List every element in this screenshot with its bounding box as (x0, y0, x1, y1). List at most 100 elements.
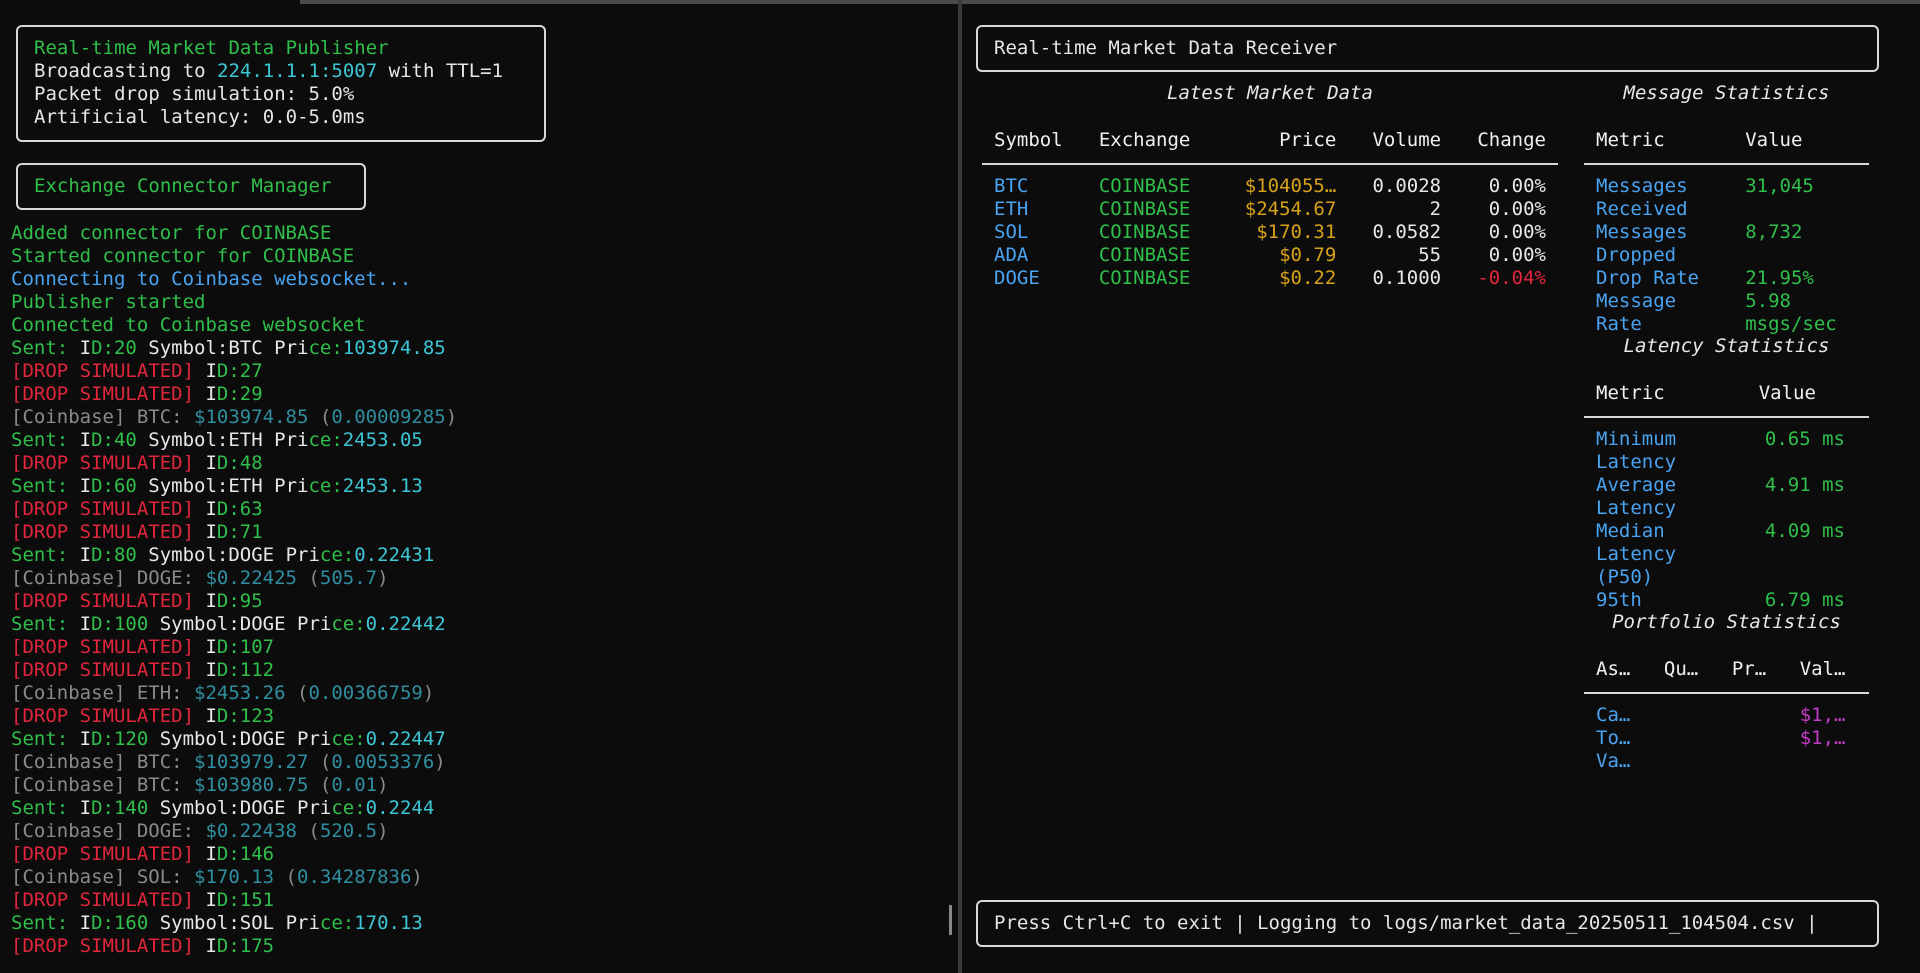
table-cell: 0.1000 (1372, 267, 1442, 289)
log-segment: I (205, 383, 217, 405)
log-line: [Coinbase] ETH: $2453.26 (0.00366759) (11, 682, 457, 705)
message-stats-title: Message Statistics (1623, 82, 1830, 104)
cell-line: Minimum (1596, 428, 1677, 450)
table-row: Messages Received 31,045 (1584, 164, 1869, 221)
cell-line: 6.79 ms (1764, 589, 1845, 611)
log-segment: ) (434, 751, 446, 773)
table-row: To… $1,… (1584, 727, 1869, 750)
log-line: [DROP SIMULATED] ID:123 (11, 705, 457, 728)
log-line: [DROP SIMULATED] ID:146 (11, 843, 457, 866)
log-segment: [DROP SIMULATED] (11, 521, 206, 543)
log-segment: [DROP SIMULATED] (11, 636, 206, 658)
table-row: Drop Rate 21.95% (1584, 267, 1869, 290)
log-segment: 0.34287836 (297, 866, 412, 888)
log-line: [DROP SIMULATED] ID:71 (11, 521, 457, 544)
market-table-title: Latest Market Data (1167, 82, 1373, 104)
publisher-info-box: Real-time Market Data Publisher Broadcas… (16, 25, 546, 142)
log-line: [DROP SIMULATED] ID:48 (11, 452, 457, 475)
log-line: Sent: ID:160 Symbol:SOL Price:170.13 (11, 912, 457, 935)
log-segment: $103980.75 (194, 774, 309, 796)
column-header: Symbol (982, 117, 1087, 165)
table-cell: Ca… (1596, 704, 1631, 726)
log-segment: Sent: (11, 337, 80, 359)
table-cell: 0.65 ms (1719, 417, 1869, 474)
publisher-terminal-pane[interactable]: Real-time Market Data Publisher Broadcas… (0, 0, 958, 973)
log-segment: I (79, 544, 92, 566)
table-row: Minimum Latency 0.65 ms (1584, 417, 1869, 474)
log-segment: 505.7 (319, 567, 378, 589)
receiver-title-box: Real-time Market Data Receiver (976, 25, 1879, 72)
log-segment: D:120 (91, 728, 160, 750)
log-segment: [DROP SIMULATED] (11, 843, 206, 865)
log-line: Connected to Coinbase websocket (11, 314, 457, 337)
log-line: Sent: ID:120 Symbol:DOGE Price:0.22447 (11, 728, 457, 751)
log-segment: I (205, 889, 217, 911)
table-cell: BTC (994, 175, 1029, 197)
cell-line: 0.65 ms (1764, 428, 1845, 450)
log-segment: Sent: (11, 544, 80, 566)
log-segment: 520.5 (319, 820, 378, 842)
log-segment: Symbol:DOGE Pri (159, 613, 332, 635)
table-cell: 0.00% (1488, 221, 1546, 243)
receiver-terminal-pane[interactable]: Real-time Market Data Receiver Latest Ma… (962, 0, 1920, 973)
log-segment: $0.22438 (205, 820, 297, 842)
table-cell: COINBASE (1098, 221, 1191, 243)
log-segment: Sent: (11, 912, 80, 934)
cell-line: Median (1596, 520, 1665, 542)
log-segment: Symbol:BTC Pri (148, 337, 309, 359)
column-header: Change (1453, 117, 1558, 165)
table-cell: COINBASE (1098, 175, 1191, 197)
table-cell: ADA (994, 244, 1029, 266)
table-cell: $1,… (1799, 727, 1846, 749)
table-row: Va… (1584, 750, 1869, 773)
log-segment: [DROP SIMULATED] (11, 498, 206, 520)
log-segment: Symbol:ETH Pri (148, 429, 309, 451)
log-line: Sent: ID:140 Symbol:DOGE Price:0.2244 (11, 797, 457, 820)
log-segment: I (79, 797, 92, 819)
cell-line: 21.95% (1745, 267, 1814, 289)
table-cell: 0.0028 (1372, 175, 1442, 197)
log-segment: 0.0053376 (331, 751, 435, 773)
log-segment: Publisher started (11, 291, 206, 313)
portfolio-stats-table: As… Qu… Pr… Val… Ca… $1,… To… $1,… Va… (1584, 646, 1869, 773)
log-segment: ( (308, 774, 332, 796)
log-segment: Started connector for COINBASE (11, 245, 355, 267)
broadcast-line: Broadcasting to 224.1.1.1:5007 with TTL=… (34, 60, 528, 83)
log-segment: I (205, 935, 217, 957)
column-header: Pr… (1719, 646, 1788, 694)
cell-line: Dropped (1596, 244, 1677, 266)
log-segment: ce: (308, 475, 343, 497)
table-cell: Minimum Latency (1584, 417, 1719, 474)
column-header: Qu… (1651, 646, 1720, 694)
table-cell: 55 (1418, 244, 1442, 266)
log-line: [DROP SIMULATED] ID:175 (11, 935, 457, 958)
table-row: Message Rate 5.98 msgs/sec (1584, 290, 1869, 336)
table-cell (1652, 727, 1720, 750)
log-line: [Coinbase] DOGE: $0.22438 (520.5) (11, 820, 457, 843)
cell-line: Latency (1596, 451, 1677, 473)
log-segment: [Coinbase] BTC: (11, 406, 195, 428)
log-segment: [Coinbase] BTC: (11, 751, 195, 773)
log-segment: ce: (308, 429, 343, 451)
log-segment: I (79, 337, 92, 359)
column-header: Value (1733, 117, 1869, 165)
market-data-table: Symbol Exchange Price Volume Change BTC COINB… (982, 117, 1558, 290)
table-cell: 0.00% (1488, 244, 1546, 266)
message-stats-table: Metric Value Messages Received 31,045 Messag… (1584, 117, 1869, 336)
log-segment: ) (445, 406, 458, 428)
log-segment: ce: (308, 337, 343, 359)
cell-line: Messages (1596, 221, 1688, 243)
log-segment: I (205, 498, 217, 520)
log-segment: [DROP SIMULATED] (11, 383, 206, 405)
publisher-title: Real-time Market Data Publisher (34, 37, 389, 59)
log-segment: Symbol:SOL Pri (159, 912, 320, 934)
scrollbar-thumb[interactable] (949, 905, 952, 935)
column-header: Metric (1584, 370, 1719, 418)
table-cell: $104055… (1244, 175, 1337, 197)
log-segment: I (79, 429, 92, 451)
log-segment: ( (285, 682, 309, 704)
log-segment: Sent: (11, 475, 80, 497)
log-segment: I (205, 590, 217, 612)
table-row: DOGE COINBASE $0.22 0.1000 -0.04% (982, 267, 1558, 290)
cell-line: (P50) (1596, 566, 1654, 588)
